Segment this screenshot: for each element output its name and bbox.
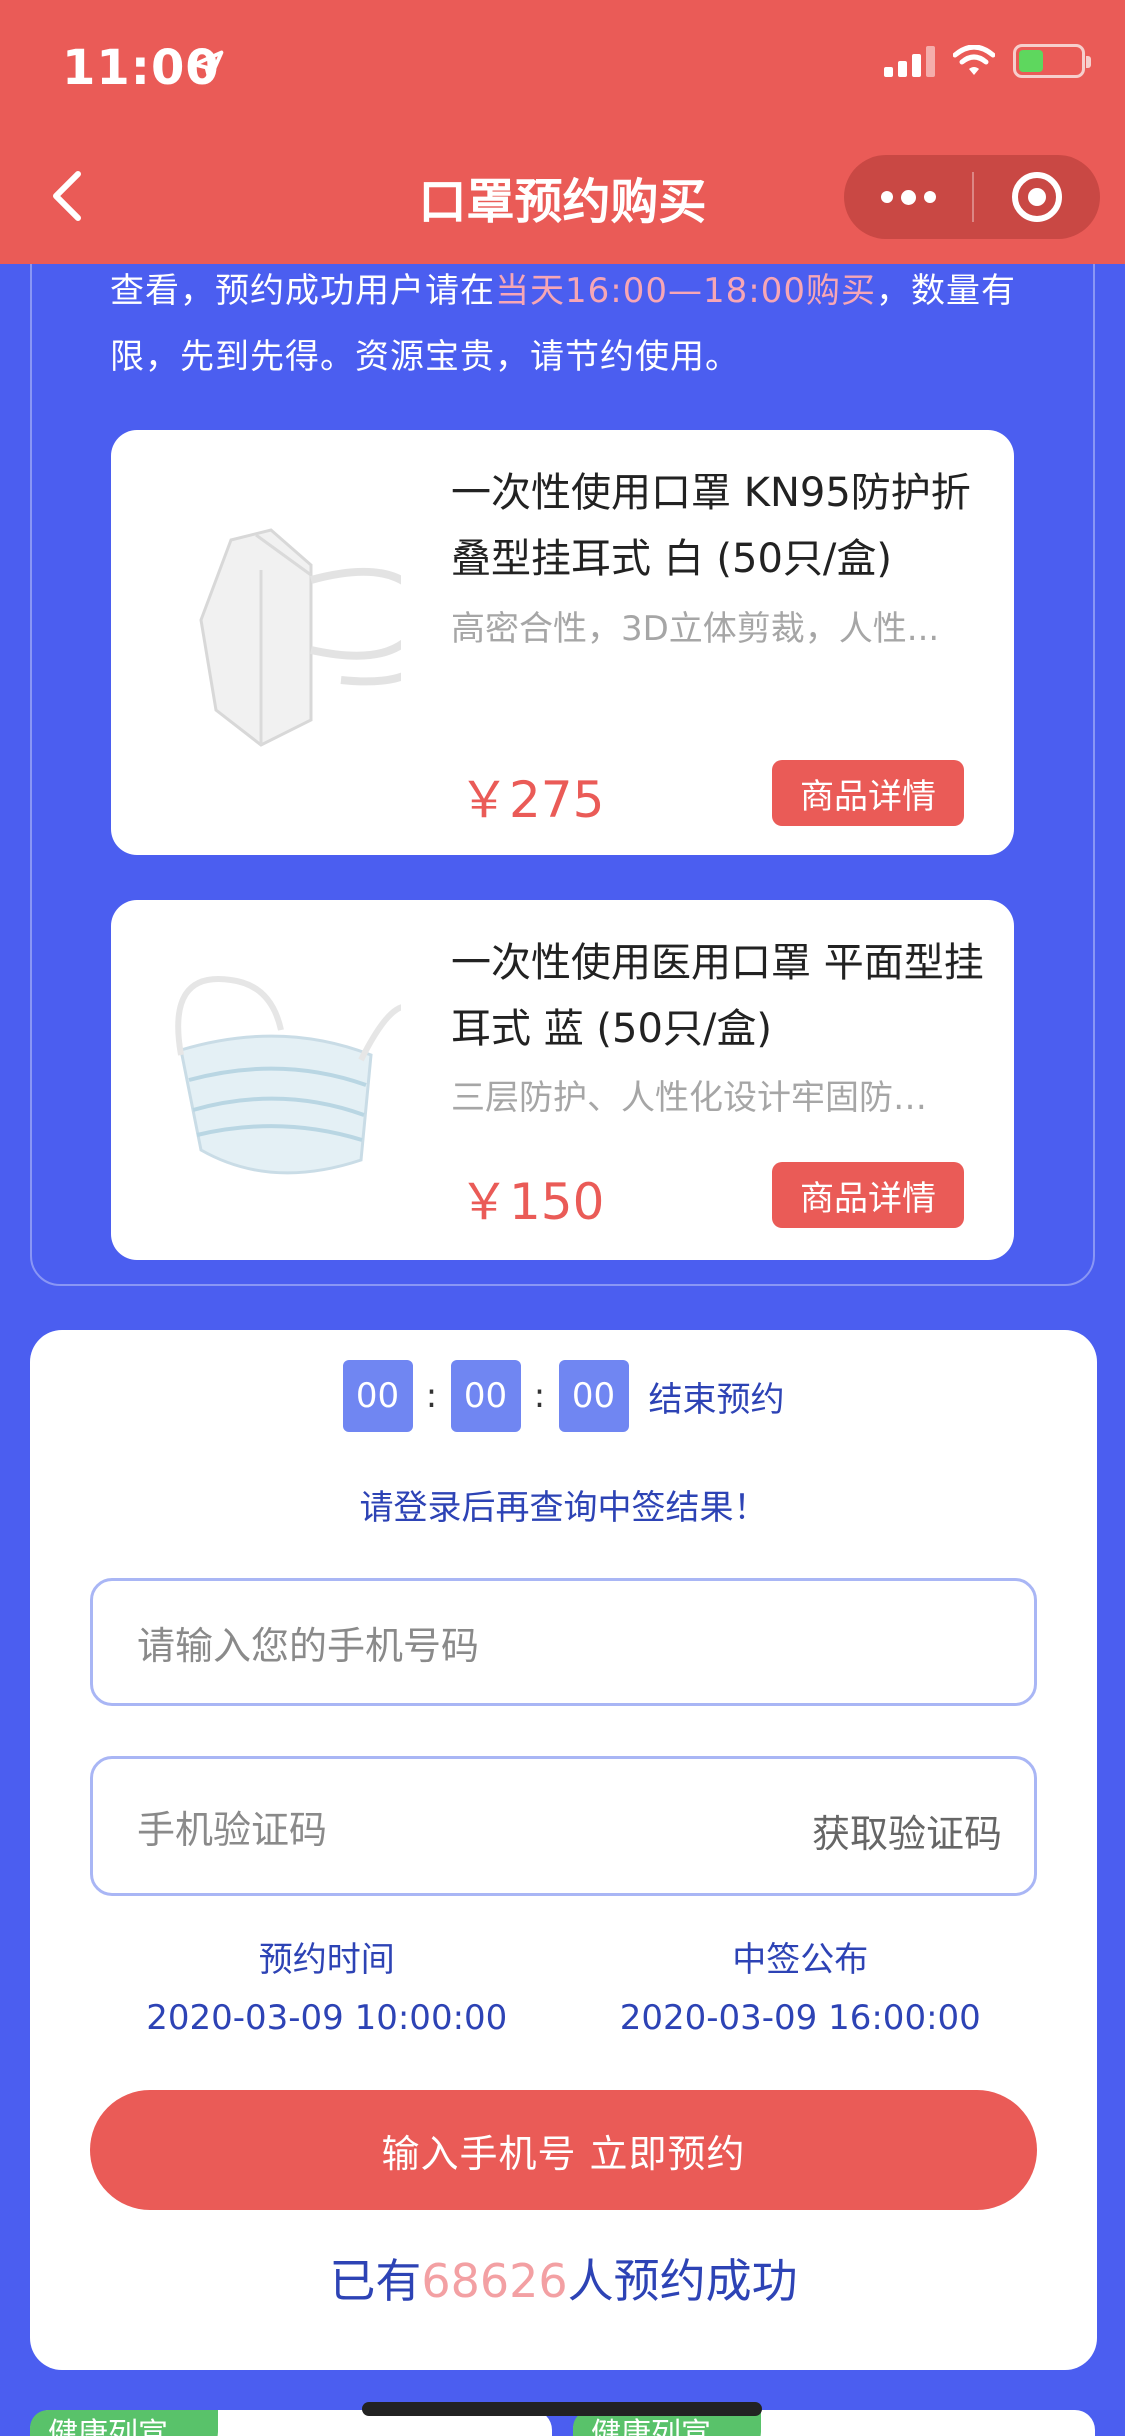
mini-program-capsule: [844, 155, 1100, 239]
product-description: 高密合性，3D立体剪裁，人性...: [451, 609, 940, 649]
countdown-seconds: 00: [558, 1360, 629, 1432]
count-number: 68626: [421, 2254, 568, 2308]
bottom-tag: 健康列宣: [30, 2410, 218, 2436]
status-icons: [884, 44, 1091, 78]
surgical-mask-image: [175, 975, 401, 1175]
phone-input[interactable]: 请输入您的手机号码: [90, 1578, 1037, 1706]
announce-time-label: 中签公布: [732, 1940, 869, 1980]
more-menu-icon[interactable]: [844, 155, 972, 239]
header-bar: 11:00 口罩预约购买: [0, 0, 1125, 264]
notice-prefix: 查看，预约成功用户请在: [110, 271, 495, 311]
reserve-time-value: 2020-03-09 10:00:00: [146, 1998, 508, 2038]
countdown-hours: 00: [342, 1360, 413, 1432]
reservation-count: 已有68626人预约成功: [30, 2245, 1097, 2311]
announce-time: 中签公布 2020-03-09 16:00:00: [564, 1930, 1038, 2046]
cellular-signal-icon: [884, 45, 935, 77]
notice-highlight: 当天16:00—18:00购买: [495, 271, 876, 311]
reserve-time-label: 预约时间: [258, 1940, 395, 1980]
code-placeholder: 手机验证码: [137, 1807, 328, 1852]
product-card[interactable]: 一次性使用口罩 KN95防护折叠型挂耳式 白 (50只/盒) 高密合性，3D立体…: [111, 430, 1014, 855]
reserve-button[interactable]: 输入手机号 立即预约: [90, 2090, 1037, 2210]
wifi-icon: [953, 45, 995, 75]
product-card[interactable]: 一次性使用医用口罩 平面型挂耳式 蓝 (50只/盒) 三层防护、人性化设计牢固防…: [111, 900, 1014, 1260]
reserve-time: 预约时间 2020-03-09 10:00:00: [90, 1930, 564, 2046]
countdown-separator: :: [533, 1376, 546, 1416]
location-arrow-icon: [192, 50, 224, 82]
booking-card: 00 : 00 : 00 结束预约 请登录后再查询中签结果！ 请输入您的手机号码…: [30, 1330, 1097, 2370]
countdown-separator: :: [425, 1376, 438, 1416]
announce-time-value: 2020-03-09 16:00:00: [619, 1998, 981, 2038]
product-price: ￥150: [459, 1173, 605, 1231]
battery-icon: [1013, 44, 1091, 78]
count-prefix: 已有: [329, 2254, 422, 2308]
product-description: 三层防护、人性化设计牢固防…: [451, 1078, 927, 1118]
product-name: 一次性使用医用口罩 平面型挂耳式 蓝 (50只/盒): [451, 940, 984, 1052]
verification-code-input[interactable]: 手机验证码 获取验证码: [90, 1756, 1037, 1896]
schedule-info: 预约时间 2020-03-09 10:00:00 中签公布 2020-03-09…: [90, 1930, 1037, 2046]
home-indicator: [362, 2402, 762, 2416]
kn95-mask-image: [199, 528, 401, 747]
notice-text: 查看，预约成功用户请在当天16:00—18:00购买，数量有限，先到先得。资源宝…: [110, 258, 1030, 390]
countdown-label: 结束预约: [648, 1379, 785, 1420]
product-price: ￥275: [459, 771, 605, 829]
product-name: 一次性使用口罩 KN95防护折叠型挂耳式 白 (50只/盒): [451, 470, 971, 582]
product-detail-button[interactable]: 商品详情: [772, 1162, 964, 1228]
close-target-icon[interactable]: [974, 155, 1100, 239]
count-suffix: 人预约成功: [567, 2254, 798, 2308]
get-code-button[interactable]: 获取验证码: [812, 1803, 1002, 1858]
phone-placeholder: 请输入您的手机号码: [137, 1623, 480, 1668]
countdown-minutes: 00: [450, 1360, 521, 1432]
countdown: 00 : 00 : 00 结束预约: [30, 1360, 1097, 1432]
product-detail-button[interactable]: 商品详情: [772, 760, 964, 826]
login-hint-link[interactable]: 请登录后再查询中签结果！: [30, 1480, 1097, 1529]
